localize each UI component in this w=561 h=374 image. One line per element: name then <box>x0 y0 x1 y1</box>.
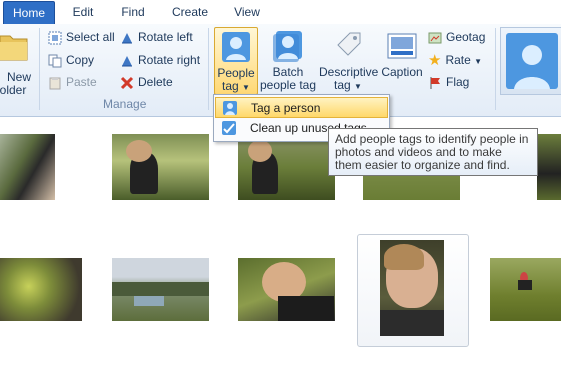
people-tag-button[interactable]: People tag ▼ <box>214 27 258 95</box>
photo-thumbnail[interactable] <box>112 134 209 200</box>
photo-thumbnail[interactable] <box>0 258 82 321</box>
menu-item-label: Tag a person <box>251 101 321 115</box>
rotate-left-label: Rotate left <box>138 30 193 44</box>
delete-icon <box>120 76 134 89</box>
paste-icon <box>49 76 61 90</box>
clean-up-tags-icon <box>222 121 236 135</box>
paste-button[interactable]: Paste <box>48 73 97 91</box>
folder-icon <box>0 35 28 61</box>
descriptive-tag-button[interactable]: Descriptive tag ▼ <box>319 27 378 93</box>
avatar <box>506 33 558 89</box>
batch-people-icon <box>273 31 302 62</box>
geotag-label: Geotag <box>446 30 486 44</box>
caption-button[interactable]: Caption <box>379 27 425 79</box>
dropdown-arrow-icon: ▼ <box>474 57 483 66</box>
delete-button[interactable]: Delete <box>120 73 173 91</box>
select-all-icon <box>48 31 62 45</box>
separator <box>495 28 496 110</box>
geotag-button[interactable]: Geotag <box>428 28 485 46</box>
dropdown-arrow-icon: ▼ <box>242 83 250 92</box>
rotate-right-label: Rotate right <box>138 53 201 67</box>
caption-icon <box>387 33 417 59</box>
flag-icon <box>430 76 440 89</box>
new-folder-button[interactable]: New older <box>0 28 32 97</box>
separator <box>39 28 40 110</box>
batch-people-tag-button[interactable]: Batch people tag <box>259 27 317 92</box>
copy-label: Copy <box>66 53 95 67</box>
rotate-left-icon <box>122 32 132 44</box>
copy-button[interactable]: Copy <box>48 51 94 69</box>
delete-label: Delete <box>138 75 173 89</box>
map-icon <box>428 32 442 44</box>
tab-edit[interactable]: Edit <box>62 3 104 23</box>
tab-home[interactable]: Home <box>3 1 55 24</box>
tab-view[interactable]: View <box>225 3 269 23</box>
copy-icon <box>48 54 62 68</box>
photo-thumbnail[interactable] <box>238 134 335 200</box>
tag-icon <box>337 32 361 56</box>
flag-label: Flag <box>446 75 470 89</box>
dropdown-arrow-icon: ▼ <box>354 82 362 91</box>
paste-label: Paste <box>66 75 97 89</box>
account-panel[interactable] <box>500 27 561 95</box>
rotate-right-icon <box>122 55 132 67</box>
person-icon <box>223 101 237 115</box>
rate-button[interactable]: ★ Rate ▼ <box>428 51 482 69</box>
people-tag-label-2: tag ▼ <box>222 79 250 93</box>
descriptive-label-2: tag ▼ <box>334 78 362 92</box>
rotate-left-button[interactable]: Rotate left <box>120 28 193 46</box>
photo-thumbnail[interactable] <box>537 134 561 200</box>
photo-thumbnail[interactable] <box>112 258 209 321</box>
photo-thumbnail[interactable] <box>490 258 561 321</box>
select-all-label: Select all <box>66 30 115 44</box>
batch-label-2: people tag <box>259 78 317 92</box>
separator <box>208 28 209 110</box>
tab-find[interactable]: Find <box>112 3 154 23</box>
photo-thumbnail[interactable] <box>238 258 335 321</box>
ribbon-tab-bar: Home Edit Find Create View <box>0 0 561 25</box>
star-icon: ★ <box>428 51 442 69</box>
rate-label: Rate <box>445 53 471 67</box>
person-icon <box>222 32 250 62</box>
tab-create[interactable]: Create <box>165 3 215 23</box>
tooltip: Add people tags to identify people in ph… <box>328 128 538 176</box>
select-all-button[interactable]: Select all <box>48 28 115 46</box>
photo-thumbnail[interactable] <box>0 134 55 200</box>
new-folder-label-2: older <box>0 83 27 97</box>
caption-label: Caption <box>381 65 423 79</box>
flag-button[interactable]: Flag <box>428 73 469 91</box>
photo-thumbnail-selected[interactable] <box>380 240 444 336</box>
rotate-right-button[interactable]: Rotate right <box>120 51 200 69</box>
menu-item-tag-a-person[interactable]: Tag a person <box>215 97 388 118</box>
manage-group-label: Manage <box>103 97 147 111</box>
